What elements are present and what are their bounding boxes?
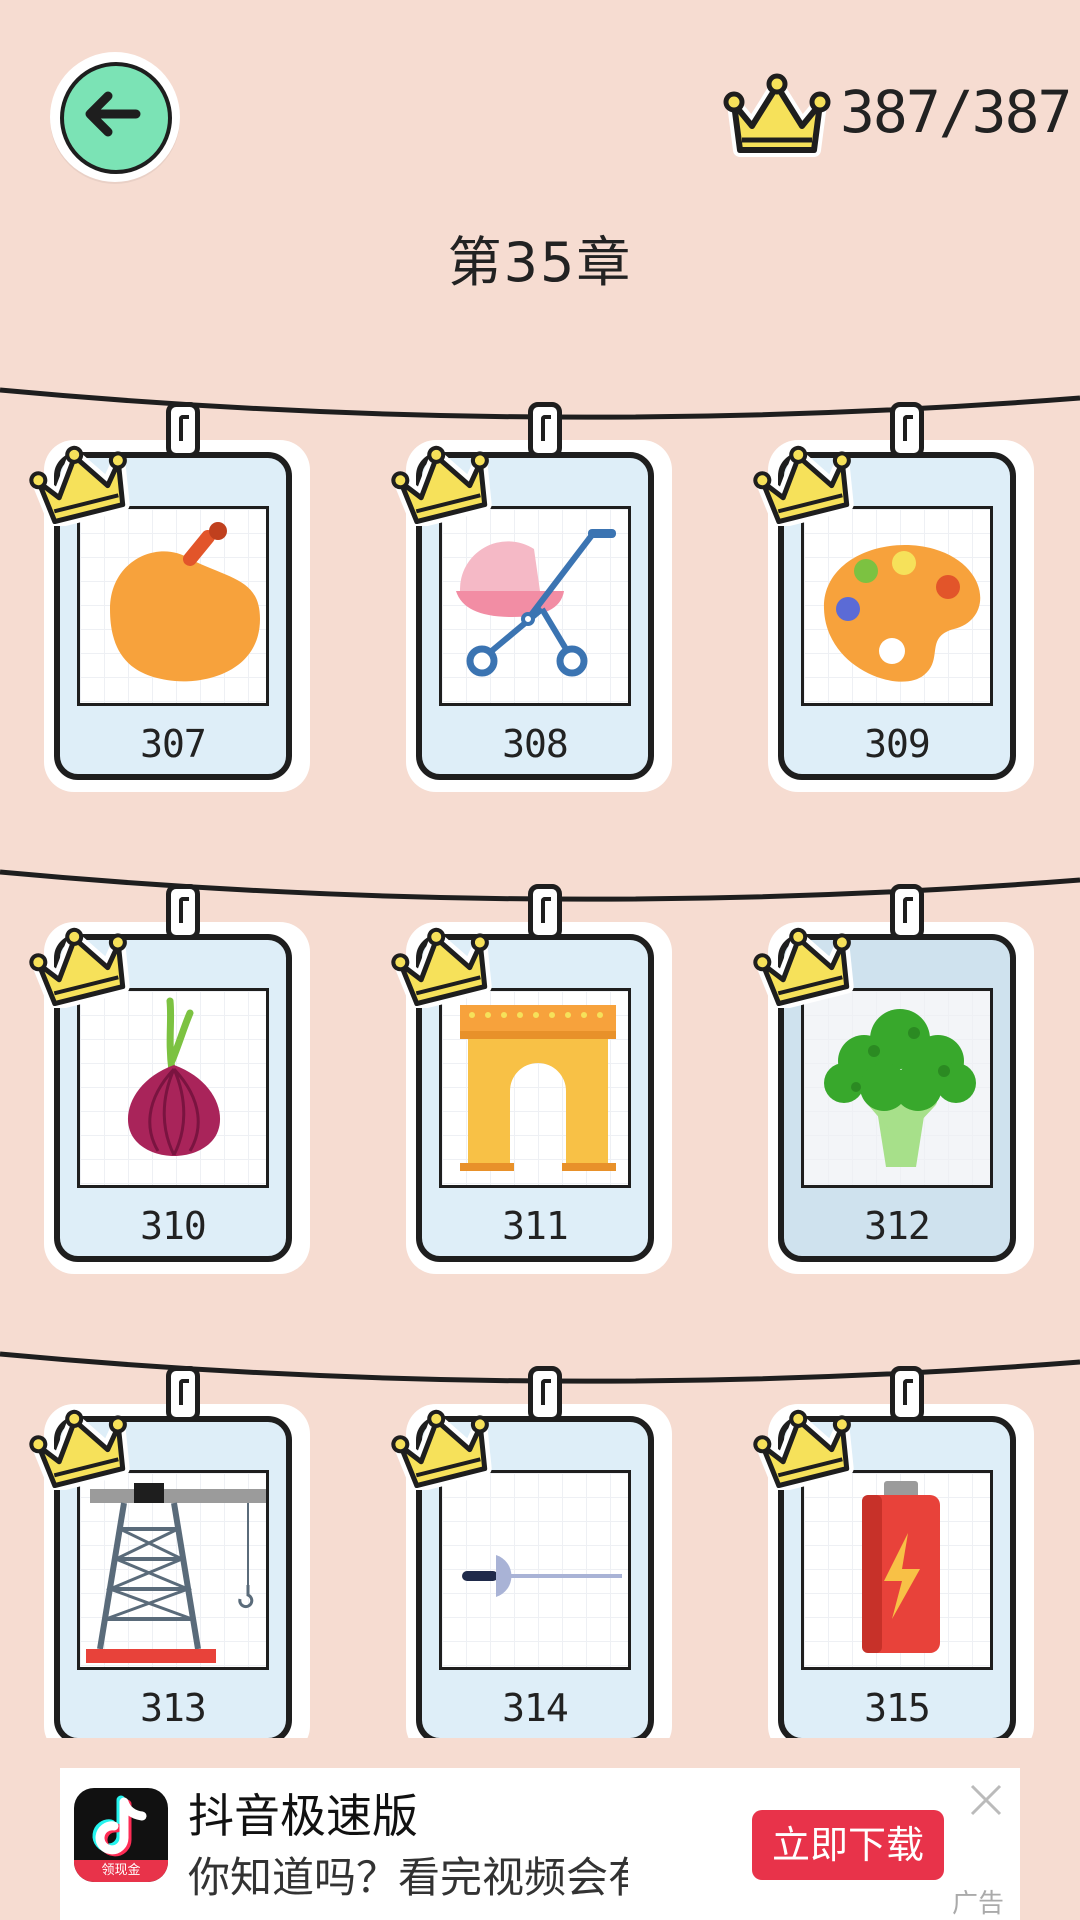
- pumpkin-icon: [110, 522, 260, 682]
- level-card[interactable]: 314: [391, 1364, 678, 1738]
- ad-app-name: 抖音极速版: [188, 1789, 418, 1843]
- triumphal-arch-icon: [460, 1005, 616, 1171]
- level-number: 309: [864, 722, 931, 766]
- level-number: 315: [864, 1686, 931, 1730]
- crown-icon: [29, 927, 130, 1008]
- ad-banner[interactable]: 领现金 抖音极速版 你知道吗？看完视频会有... 立即下载 广告: [60, 1768, 1020, 1920]
- level-card[interactable]: 307: [29, 400, 316, 800]
- level-card[interactable]: 313: [29, 1364, 316, 1738]
- ad-description: 你知道吗？看完视频会有...: [188, 1853, 628, 1902]
- crown-icon: [29, 445, 130, 526]
- level-number: 307: [140, 722, 207, 766]
- level-grid: 307 308 309 310 311 312 313 314 315: [0, 0, 1080, 1738]
- crown-icon: [391, 445, 492, 526]
- level-number: 314: [502, 1686, 569, 1730]
- level-card[interactable]: 315: [753, 1364, 1040, 1738]
- level-card[interactable]: 308: [391, 400, 678, 800]
- music-note-icon: [92, 1795, 147, 1857]
- app-icon-tag: 领现金: [74, 1860, 168, 1882]
- level-card[interactable]: 311: [391, 882, 678, 1282]
- crown-icon: [753, 445, 854, 526]
- crown-icon: [753, 1409, 854, 1490]
- app-icon[interactable]: 领现金: [74, 1788, 168, 1882]
- crown-icon: [29, 1409, 130, 1490]
- tower-crane-icon: [86, 1483, 266, 1663]
- close-icon[interactable]: [966, 1780, 1006, 1820]
- level-number: 312: [864, 1204, 931, 1248]
- broccoli-icon: [824, 1009, 976, 1167]
- level-card[interactable]: 312: [753, 882, 1040, 1282]
- level-card[interactable]: 309: [753, 400, 1040, 800]
- level-number: 310: [140, 1204, 207, 1248]
- level-number: 308: [502, 722, 569, 766]
- level-number: 311: [502, 1204, 569, 1248]
- fencing-sword-icon: [462, 1555, 622, 1597]
- download-button[interactable]: 立即下载: [752, 1810, 944, 1880]
- crown-icon: [391, 1409, 492, 1490]
- battery-icon: [862, 1481, 940, 1653]
- baby-stroller-icon: [456, 529, 616, 677]
- crown-icon: [391, 927, 492, 1008]
- level-number: 313: [140, 1686, 207, 1730]
- crown-icon: [753, 927, 854, 1008]
- ad-label: 广告: [951, 1889, 1004, 1919]
- red-onion-icon: [127, 997, 221, 1156]
- paint-palette-icon: [823, 545, 981, 682]
- level-card[interactable]: 310: [29, 882, 316, 1282]
